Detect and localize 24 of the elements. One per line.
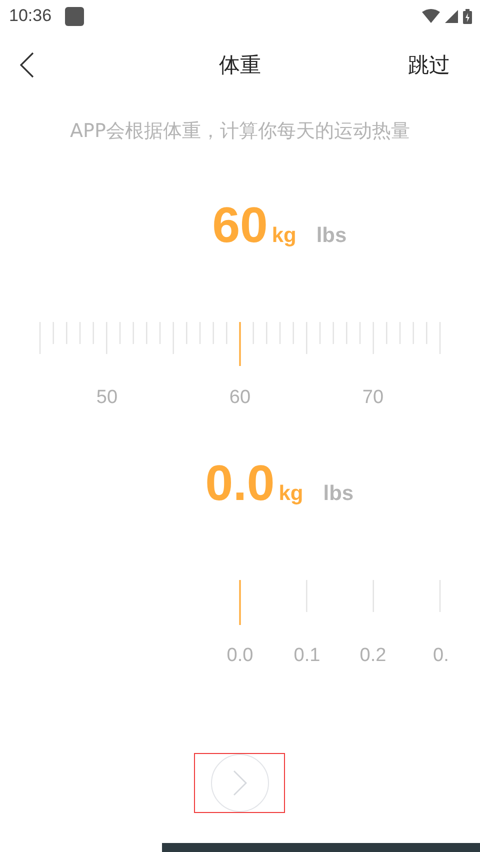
skip-button[interactable]: 跳过 (408, 51, 450, 79)
wifi-icon (422, 9, 440, 23)
scale-label: 0.0 (226, 645, 254, 667)
weight-value: 60 (212, 200, 268, 250)
signal-icon (445, 10, 458, 22)
scale-label: 0.2 (360, 645, 386, 667)
battery-icon (463, 8, 472, 24)
scale-label: 60 (229, 387, 251, 409)
status-time: 10:36 (9, 6, 52, 26)
unit-option[interactable]: kg (278, 482, 304, 506)
scale-label: 0. (433, 645, 449, 667)
notification-icon (64, 6, 84, 26)
scale-label: 50 (96, 387, 118, 409)
unit-option[interactable]: lbs (323, 482, 354, 506)
subtitle: APP会根据体重，计算你每天的运动热量 (69, 119, 411, 144)
weight-value: 0.0 (205, 458, 275, 508)
chevron-right-icon (233, 770, 247, 796)
scale-label: 0.1 (294, 645, 320, 667)
chevron-left-icon (20, 52, 34, 78)
ruler-drawing[interactable] (39, 322, 441, 368)
page-title: 体重 (219, 52, 261, 79)
scale-label: 70 (362, 387, 384, 409)
unit-option[interactable]: lbs (316, 224, 347, 248)
unit-option[interactable]: kg (272, 224, 296, 248)
